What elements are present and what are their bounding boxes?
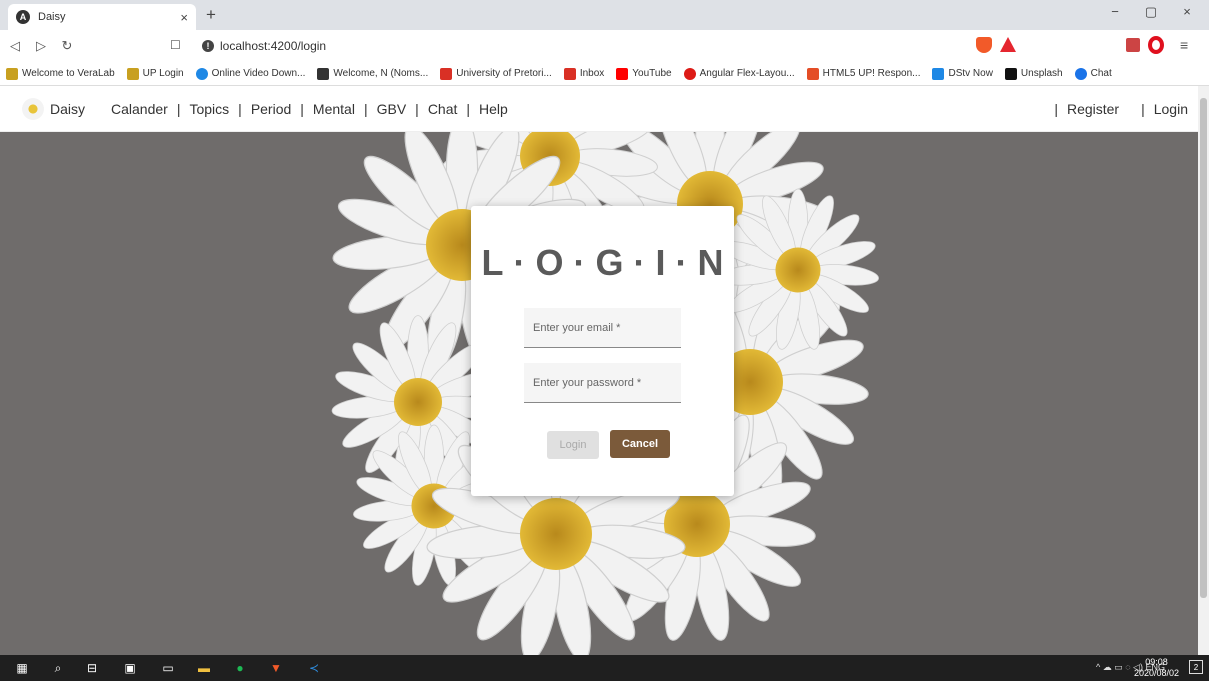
bookmarks-bar: Welcome to VeraLab UP Login Online Video…	[0, 62, 1209, 86]
file-explorer-icon[interactable]: ▬	[196, 660, 212, 676]
reload-icon[interactable]: ↻	[56, 38, 78, 54]
browser-menu-icon[interactable]: ≡	[1180, 37, 1188, 53]
bookmark-favicon-icon	[126, 67, 139, 80]
login-card: L·O·G·I·N Login Cancel	[471, 206, 734, 496]
bookmark-item[interactable]: HTML5 UP! Respon...	[806, 67, 920, 80]
chat-icon	[1074, 67, 1087, 80]
terminal-icon[interactable]: ▭	[160, 660, 176, 676]
nav-separator: |	[1141, 100, 1145, 117]
nav-gbv[interactable]: GBV	[377, 101, 407, 117]
new-tab-button[interactable]: +	[206, 5, 216, 25]
password-field[interactable]	[524, 363, 681, 402]
youtube-icon	[616, 67, 629, 80]
browser-toolbar: ◁ ▷ ↻ ☐ ! localhost:4200/login ≡	[0, 30, 1209, 62]
bookmark-favicon-icon	[6, 67, 18, 80]
windows-taskbar: ▦ ⌕ ⊟ ▣ ▭ ▬ ● ▼ ≺ ^ ☁ ▭ ◌ ◁) ENG 09:08 2…	[0, 655, 1209, 681]
clock-date: 2020/08/02	[1133, 668, 1179, 678]
nav-period[interactable]: Period	[251, 101, 291, 117]
window-controls: − ▢ ×	[1097, 4, 1205, 20]
site-info-icon[interactable]: !	[202, 40, 214, 52]
play-icon	[932, 67, 945, 80]
bookmark-item[interactable]: Angular Flex-Layou...	[683, 67, 795, 80]
bookmark-item[interactable]: Unsplash	[1004, 67, 1063, 80]
bookmark-item[interactable]: YouTube	[616, 67, 672, 80]
back-icon[interactable]: ◁	[4, 38, 26, 54]
daisy-logo-icon[interactable]	[22, 97, 44, 120]
opera-extension-icon[interactable]	[1148, 36, 1164, 54]
tab-close-icon[interactable]: ×	[180, 10, 188, 25]
login-title: L·O·G·I·N	[481, 242, 734, 283]
nav-help[interactable]: Help	[479, 101, 508, 117]
brave-rewards-icon[interactable]	[1000, 37, 1016, 52]
nav-login[interactable]: Login	[1154, 101, 1188, 117]
nav-separator: |	[238, 100, 242, 117]
gmail-icon	[440, 67, 453, 80]
html5up-icon	[806, 67, 819, 80]
nav-separator: |	[176, 100, 181, 117]
address-bar[interactable]: localhost:4200/login	[220, 39, 326, 53]
brand-name[interactable]: Daisy	[50, 101, 85, 117]
browser-tab[interactable]: A Daisy ×	[8, 4, 196, 30]
task-view-icon[interactable]: ⊟	[84, 660, 100, 676]
email-field-container	[524, 308, 681, 348]
scrollbar-thumb[interactable]	[1200, 98, 1207, 598]
password-field-container	[524, 363, 681, 403]
search-icon[interactable]: ⌕	[50, 660, 66, 676]
bookmark-item[interactable]: Chat	[1074, 67, 1112, 80]
pdf-extension-icon[interactable]	[1126, 38, 1140, 52]
login-button[interactable]: Login	[547, 431, 599, 459]
forward-icon[interactable]: ▷	[30, 38, 52, 54]
nav-chat[interactable]: Chat	[428, 101, 458, 117]
unsplash-icon	[1004, 67, 1017, 80]
brave-shield-icon[interactable]	[976, 37, 992, 53]
page-scrollbar[interactable]	[1198, 86, 1209, 655]
bookmark-item[interactable]: DStv Now	[932, 67, 993, 80]
angular-favicon-icon: A	[16, 10, 30, 24]
nav-separator: |	[363, 100, 368, 117]
spotify-icon[interactable]: ●	[232, 660, 248, 676]
tab-title: Daisy	[38, 11, 66, 23]
cancel-button[interactable]: Cancel	[610, 430, 670, 458]
minimize-button[interactable]: −	[1097, 4, 1133, 20]
brave-browser-icon[interactable]: ▼	[268, 660, 284, 676]
bookmark-favicon-icon	[195, 67, 208, 80]
nav-separator: |	[1054, 100, 1058, 117]
nav-separator: |	[415, 100, 419, 117]
photos-icon[interactable]: ▣	[122, 660, 138, 676]
main-background: L·O·G·I·N Login Cancel	[0, 132, 1198, 655]
bookmark-favicon-icon	[317, 67, 330, 80]
app-header: Daisy Calander | Topics | Period | Menta…	[0, 86, 1198, 132]
nav-register[interactable]: Register	[1067, 101, 1119, 117]
nav-separator: |	[466, 100, 471, 117]
email-field[interactable]	[524, 308, 681, 347]
nav-calander[interactable]: Calander	[111, 101, 168, 117]
nav-mental[interactable]: Mental	[313, 101, 355, 117]
windows-start-icon[interactable]: ▦	[14, 660, 30, 676]
bookmark-item[interactable]: University of Pretori...	[440, 67, 552, 80]
vscode-icon[interactable]: ≺	[306, 660, 322, 676]
nav-separator: |	[300, 100, 304, 117]
close-window-button[interactable]: ×	[1169, 4, 1205, 20]
bookmark-item[interactable]: Welcome to VeraLab	[6, 67, 115, 80]
gmail-icon	[563, 67, 576, 80]
clock[interactable]: 09:08 2020/08/02	[1134, 657, 1179, 679]
bookmark-icon[interactable]: ☐	[170, 38, 181, 52]
notification-center-icon[interactable]: 2	[1189, 660, 1203, 674]
bookmark-item[interactable]: UP Login	[126, 67, 184, 80]
browser-tabstrip: A Daisy × + − ▢ ×	[0, 0, 1209, 30]
maximize-button[interactable]: ▢	[1133, 4, 1169, 20]
bookmark-item[interactable]: Online Video Down...	[195, 67, 305, 80]
angular-icon	[683, 67, 696, 80]
bookmark-item[interactable]: Inbox	[563, 67, 604, 80]
nav-topics[interactable]: Topics	[189, 101, 229, 117]
clock-time: 09:08	[1145, 657, 1168, 667]
bookmark-item[interactable]: Welcome, N (Noms...	[317, 67, 428, 80]
